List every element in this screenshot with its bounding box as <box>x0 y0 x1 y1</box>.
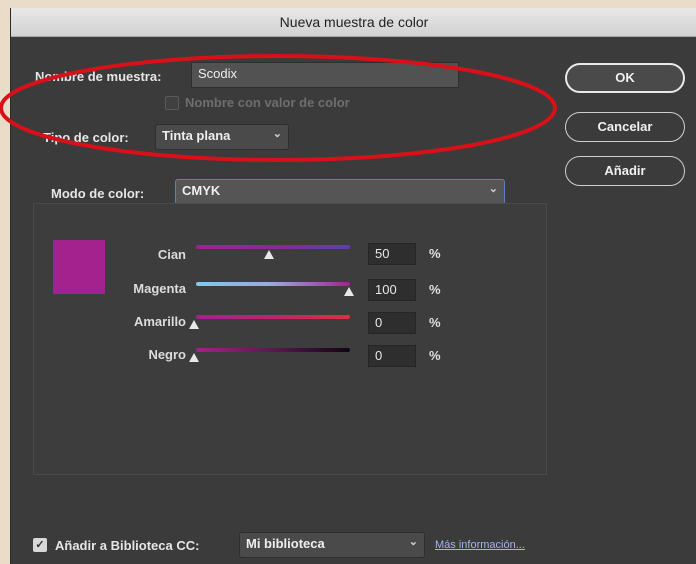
black-label: Negro <box>148 347 186 362</box>
swatch-name-input[interactable]: Scodix <box>191 62 459 88</box>
add-to-library-label: Añadir a Biblioteca CC: <box>55 538 200 553</box>
new-swatch-dialog: Nueva muestra de color Nombre de muestra… <box>10 8 696 564</box>
name-with-color-value-label: Nombre con valor de color <box>185 95 350 110</box>
cyan-label: Cian <box>157 247 186 262</box>
black-slider-thumb[interactable] <box>189 353 199 362</box>
swatch-name-label: Nombre de muestra: <box>35 69 162 84</box>
color-components-panel <box>33 203 547 475</box>
magenta-value-input[interactable]: 100 <box>368 279 416 301</box>
yellow-value-input[interactable]: 0 <box>368 312 416 334</box>
black-slider-track[interactable] <box>196 348 350 352</box>
ok-button[interactable]: OK <box>565 63 685 93</box>
color-mode-select[interactable]: CMYK ⌄ <box>175 179 505 205</box>
add-to-library-checkbox[interactable]: ✓ <box>33 538 47 552</box>
color-type-select[interactable]: Tinta plana ⌄ <box>155 124 289 150</box>
library-value: Mi biblioteca <box>246 536 325 551</box>
yellow-label: Amarillo <box>133 314 186 329</box>
chevron-down-icon: ⌄ <box>488 183 498 195</box>
chevron-down-icon: ⌄ <box>408 536 418 548</box>
cancel-button[interactable]: Cancelar <box>565 112 685 142</box>
cyan-slider-track[interactable] <box>196 245 350 249</box>
library-select[interactable]: Mi biblioteca ⌄ <box>239 532 425 558</box>
more-info-link[interactable]: Más información... <box>435 539 525 551</box>
add-button[interactable]: Añadir <box>565 156 685 186</box>
black-value-input[interactable]: 0 <box>368 345 416 367</box>
name-with-color-value-checkbox[interactable] <box>165 96 179 110</box>
color-preview-swatch <box>53 240 105 294</box>
color-mode-label: Modo de color: <box>51 186 145 201</box>
magenta-slider-thumb[interactable] <box>344 287 354 296</box>
color-mode-value: CMYK <box>182 183 221 198</box>
cyan-percent-sign: % <box>429 246 441 261</box>
color-type-value: Tinta plana <box>162 128 231 143</box>
magenta-percent-sign: % <box>429 282 441 297</box>
magenta-slider-track[interactable] <box>196 282 350 286</box>
cyan-slider-thumb[interactable] <box>264 250 274 259</box>
black-percent-sign: % <box>429 348 441 363</box>
yellow-percent-sign: % <box>429 315 441 330</box>
yellow-slider-track[interactable] <box>196 315 350 319</box>
magenta-label: Magenta <box>133 281 186 296</box>
title-bar[interactable]: Nueva muestra de color <box>11 8 696 37</box>
window-title: Nueva muestra de color <box>279 14 429 30</box>
yellow-slider-thumb[interactable] <box>189 320 199 329</box>
cyan-value-input[interactable]: 50 <box>368 243 416 265</box>
color-type-label: Tipo de color: <box>43 130 129 145</box>
chevron-down-icon: ⌄ <box>272 128 282 140</box>
